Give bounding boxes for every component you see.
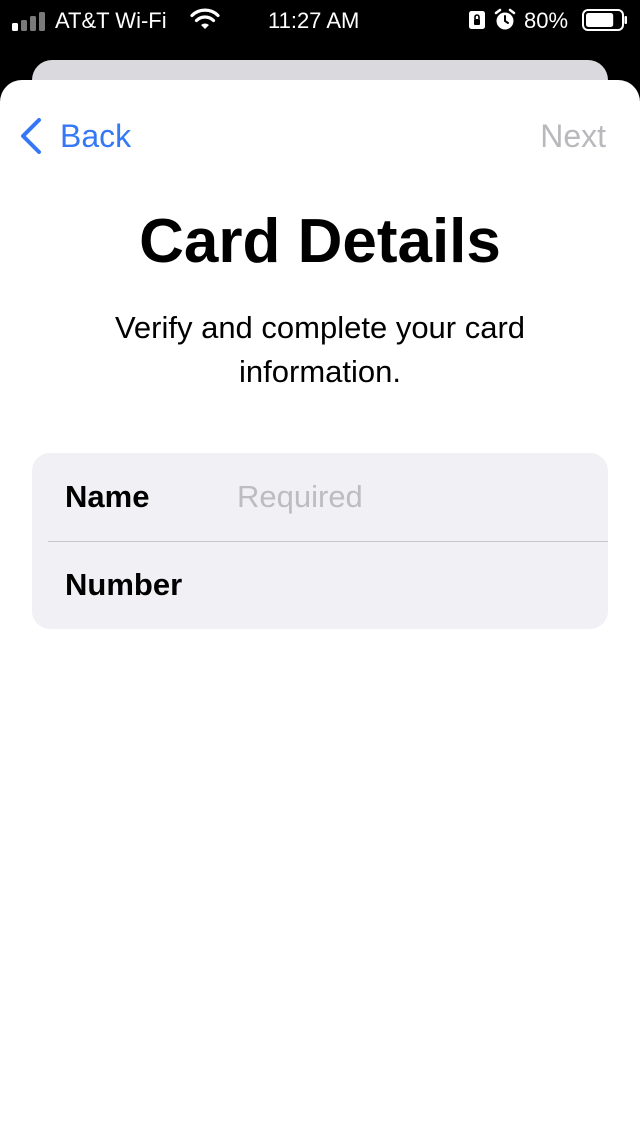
name-label: Name (65, 479, 150, 514)
page-subtitle: Verify and complete your card informatio… (114, 310, 526, 389)
number-label: Number (65, 567, 183, 602)
name-input[interactable] (237, 475, 577, 519)
orientation-lock-icon (469, 11, 485, 29)
battery-percentage: 80% (524, 8, 569, 33)
back-label: Back (60, 118, 132, 154)
back-button[interactable]: Back (18, 116, 131, 156)
screen: AT&T Wi-Fi 11:27 AM 80% Back Next Card D… (0, 0, 640, 1136)
card-details-sheet: Back Next Card Details Verify and comple… (0, 80, 640, 1136)
signal-icon (12, 11, 48, 31)
alarm-icon (494, 8, 516, 30)
status-time: 11:27 AM (268, 8, 360, 33)
status-bar: AT&T Wi-Fi 11:27 AM 80% (0, 0, 640, 40)
name-row[interactable]: Name (32, 453, 608, 541)
page-title: Card Details (139, 207, 501, 276)
carrier-name: AT&T Wi-Fi (55, 8, 167, 33)
number-input[interactable] (237, 563, 577, 607)
card-form: Name Number (32, 453, 608, 629)
chevron-left-icon (21, 118, 41, 154)
wifi-icon (190, 8, 220, 29)
next-button[interactable]: Next (540, 116, 606, 156)
number-row[interactable]: Number (32, 541, 608, 629)
battery-icon (582, 9, 627, 31)
